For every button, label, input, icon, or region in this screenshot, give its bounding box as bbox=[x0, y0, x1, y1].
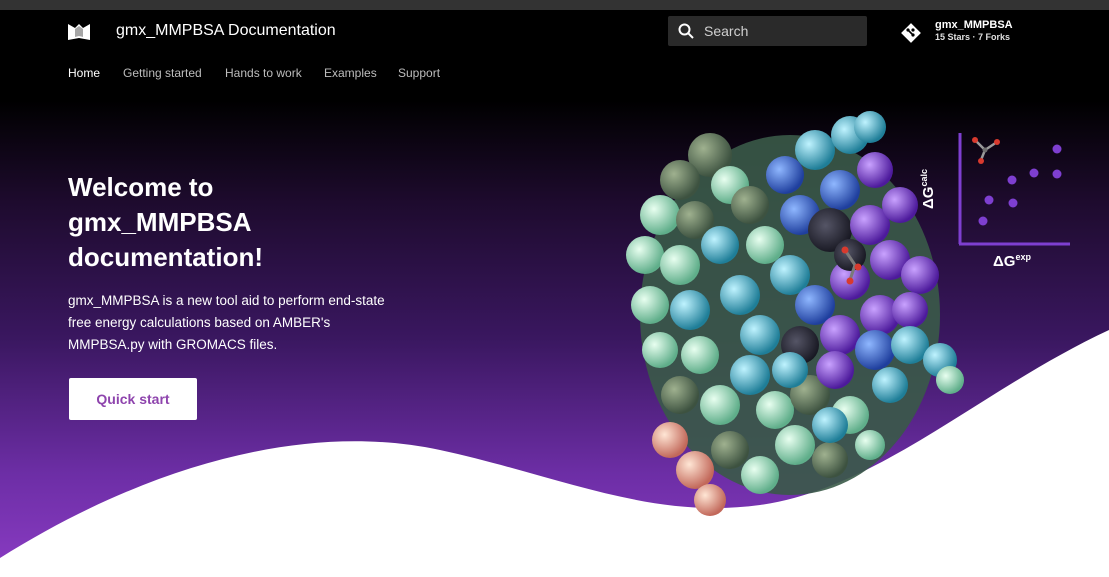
git-icon bbox=[901, 23, 921, 43]
protein-illustration bbox=[626, 111, 964, 516]
repo-name: gmx_MMPBSA bbox=[935, 19, 1013, 31]
site-title[interactable]: gmx_MMPBSA Documentation bbox=[116, 21, 336, 41]
hero-description: gmx_MMPBSA is a new tool aid to perform … bbox=[68, 293, 385, 352]
search-input[interactable] bbox=[704, 16, 854, 46]
tab-home[interactable]: Home bbox=[68, 64, 100, 82]
tab-getting-started[interactable]: Getting started bbox=[123, 64, 202, 82]
tab-examples[interactable]: Examples bbox=[324, 64, 377, 82]
search-box[interactable] bbox=[668, 16, 867, 46]
dg-calc-axis-label: ΔGcalc bbox=[919, 169, 937, 209]
dg-exp-axis-label: ΔGexp bbox=[993, 252, 1031, 270]
site-logo-icon[interactable] bbox=[66, 21, 92, 43]
tab-hands-to-work[interactable]: Hands to work bbox=[225, 64, 302, 82]
repo-link[interactable]: gmx_MMPBSA 15 Stars · 7 Forks bbox=[900, 18, 1040, 46]
hero-title: Welcome to gmx_MMPBSA documentation! bbox=[68, 172, 263, 272]
quick-start-button[interactable]: Quick start bbox=[69, 378, 197, 420]
search-icon bbox=[678, 23, 694, 39]
tab-support[interactable]: Support bbox=[398, 64, 440, 82]
top-header: gmx_MMPBSA Documentation gmx_MMPBSA 15 S… bbox=[0, 10, 1109, 54]
molecule-icon bbox=[972, 137, 1000, 164]
repo-facts: 15 Stars · 7 Forks bbox=[935, 32, 1011, 42]
